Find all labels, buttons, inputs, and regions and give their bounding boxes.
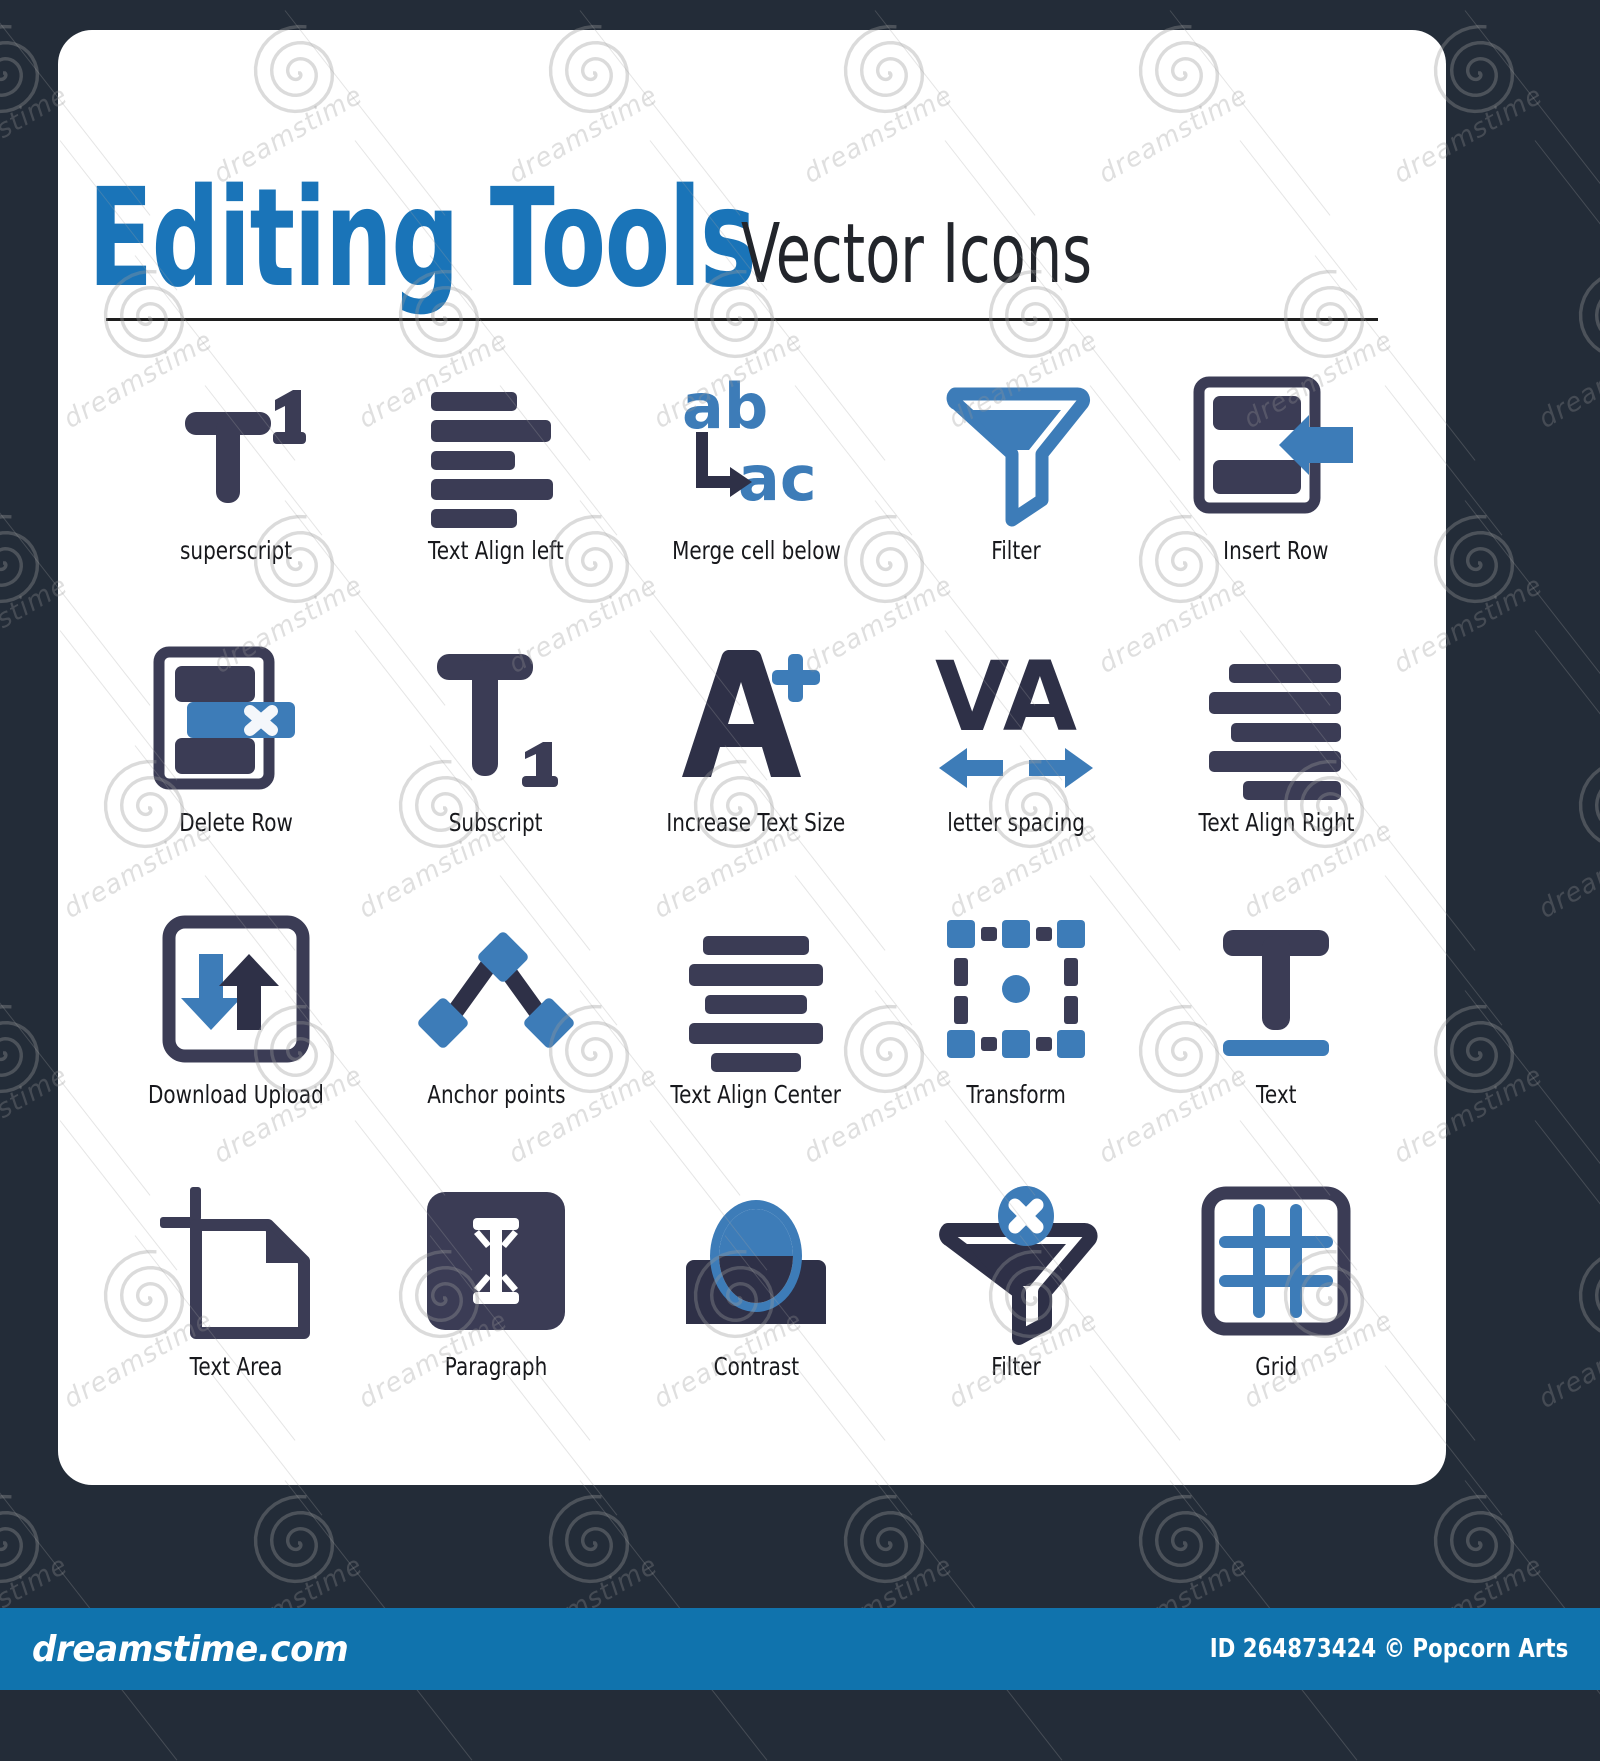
paragraph-icon [406, 1176, 586, 1346]
text-icon [1186, 904, 1366, 1074]
icon-cell[interactable]: Increase Text Size [626, 632, 886, 904]
page-title: Editing Tools [88, 159, 757, 318]
delete-row-icon [146, 632, 326, 802]
icon-cell[interactable]: Grid [1146, 1176, 1406, 1448]
watermark-spiral-icon [1138, 1494, 1226, 1586]
watermark-spiral-icon [1578, 1255, 1600, 1341]
icon-label: Insert Row [1223, 536, 1329, 565]
watermark-text: dreamstime [1533, 1305, 1600, 1415]
svg-text:ab: ab [682, 370, 768, 443]
text-align-left-icon [406, 360, 586, 530]
icon-label: letter spacing [947, 808, 1085, 837]
icon-label: Text Area [189, 1352, 283, 1381]
icon-label: Filter [991, 536, 1041, 565]
icon-label: Subscript [449, 808, 543, 837]
subscript-icon [406, 632, 586, 802]
icon-cell[interactable]: Delete Row [106, 632, 366, 904]
svg-text:VA: VA [935, 641, 1077, 753]
text-align-right-icon [1186, 632, 1366, 802]
text-align-center-icon [666, 904, 846, 1074]
watermark-spiral-icon [1433, 1004, 1521, 1096]
watermark-spiral-icon [1433, 514, 1521, 606]
watermark-spiral-icon [1433, 1494, 1521, 1586]
sheet-header: Editing Tools Vector Icons [88, 102, 1418, 318]
watermark-spiral-icon [1433, 24, 1521, 116]
download-upload-icon [146, 904, 326, 1074]
watermark-hairline [1534, 1120, 1600, 1271]
header-divider [106, 318, 1378, 321]
icon-label: Text Align left [428, 536, 564, 565]
insert-row-icon [1186, 360, 1366, 530]
watermark-spiral-icon [0, 1494, 46, 1586]
anchor-points-icon [406, 904, 586, 1074]
icon-cell[interactable]: Text Align left [366, 360, 626, 632]
icon-cell[interactable]: Text Area [106, 1176, 366, 1448]
icon-label: Contrast [713, 1352, 799, 1381]
icon-cell[interactable]: Filter [886, 360, 1146, 632]
stock-footer-bar: dreamstime.com ID 264873424 © Popcorn Ar… [0, 1608, 1600, 1690]
icon-cell[interactable]: VA letter spacing [886, 632, 1146, 904]
icon-cell[interactable]: Text Align Right [1146, 632, 1406, 904]
icon-cell[interactable]: Subscript [366, 632, 626, 904]
superscript-icon [146, 360, 326, 530]
watermark-hairline [1534, 140, 1600, 291]
icon-label: Download Upload [148, 1080, 324, 1109]
icon-cell[interactable]: Filter [886, 1176, 1146, 1448]
increase-text-size-icon [666, 632, 846, 802]
icon-label: Text Align Center [670, 1080, 842, 1109]
icon-cell[interactable]: Anchor points [366, 904, 626, 1176]
icon-label: Transform [966, 1080, 1066, 1109]
icon-grid: superscript Text Align left ab ac Merge … [106, 360, 1406, 1448]
watermark-spiral-icon [0, 1004, 46, 1096]
filter-funnel-icon [926, 360, 1106, 530]
icon-cell[interactable]: ab ac Merge cell below [626, 360, 886, 632]
watermark-spiral-icon [1578, 765, 1600, 851]
watermark-hairline [1464, 990, 1600, 1196]
svg-text:ac: ac [738, 442, 817, 515]
icon-label: superscript [179, 536, 293, 565]
icon-cell[interactable]: Transform [886, 904, 1146, 1176]
watermark-spiral-icon [0, 514, 46, 606]
watermark-spiral-icon [1578, 275, 1600, 361]
page-subtitle: Vector Icons [741, 207, 1093, 302]
watermark-text: dreamstime [1533, 325, 1600, 435]
icon-sheet-card: Editing Tools Vector Icons superscript T… [58, 30, 1446, 1485]
watermark-text: dreamstime [1533, 815, 1600, 925]
filter-remove-icon [926, 1176, 1106, 1346]
text-area-icon [146, 1176, 326, 1346]
watermark-spiral-icon [253, 1494, 341, 1586]
watermark-spiral-icon [843, 1494, 931, 1586]
icon-label: Anchor points [426, 1080, 566, 1109]
icon-cell[interactable]: Text Align Center [626, 904, 886, 1176]
watermark-hairline [1464, 10, 1600, 216]
icon-cell[interactable]: Contrast [626, 1176, 886, 1448]
icon-label: Text Align Right [1198, 808, 1354, 837]
icon-cell[interactable]: Paragraph [366, 1176, 626, 1448]
icon-label: Grid [1255, 1352, 1297, 1381]
watermark-spiral-icon [0, 24, 46, 116]
transform-icon [926, 904, 1106, 1074]
image-credit: ID 264873424 © Popcorn Arts [1209, 1634, 1568, 1664]
icon-label: Text [1255, 1080, 1297, 1109]
icon-label: Delete Row [179, 808, 293, 837]
merge-cell-below-icon: ab ac [666, 360, 846, 530]
icon-cell[interactable]: superscript [106, 360, 366, 632]
watermark-hairline [1464, 500, 1600, 706]
dreamstime-logo: dreamstime.com [32, 1628, 349, 1670]
icon-label: Paragraph [444, 1352, 548, 1381]
icon-cell[interactable]: Text [1146, 904, 1406, 1176]
letter-spacing-icon: VA [926, 632, 1106, 802]
icon-cell[interactable]: Insert Row [1146, 360, 1406, 632]
icon-label: Merge cell below [671, 536, 841, 565]
watermark-spiral-icon [548, 1494, 636, 1586]
contrast-icon [666, 1176, 846, 1346]
icon-label: Filter [991, 1352, 1041, 1381]
icon-label: Increase Text Size [666, 808, 846, 837]
watermark-hairline [1534, 630, 1600, 781]
icon-cell[interactable]: Download Upload [106, 904, 366, 1176]
grid-icon [1186, 1176, 1366, 1346]
